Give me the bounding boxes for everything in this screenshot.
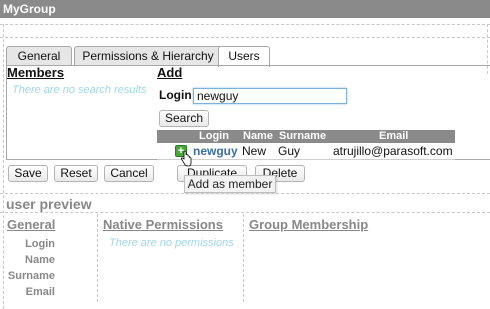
preview-field-login: Login: [25, 238, 55, 250]
login-search-input[interactable]: [193, 88, 347, 104]
divider: [3, 24, 4, 309]
preview-general-heading: General: [7, 217, 56, 232]
search-button[interactable]: Search: [159, 110, 209, 127]
divider: [0, 24, 490, 25]
preview-group-heading: Group Membership: [249, 217, 369, 232]
reset-button[interactable]: Reset: [54, 165, 98, 182]
divider: [0, 212, 490, 213]
cancel-button[interactable]: Cancel: [104, 165, 154, 182]
members-empty-text: There are no search results: [12, 84, 147, 96]
column-header-surname: Surname: [279, 130, 327, 142]
divider: [243, 214, 244, 302]
preview-field-name: Name: [25, 254, 55, 266]
login-label: Login: [159, 88, 192, 102]
column-header-name: Name: [243, 130, 273, 142]
table-row[interactable]: + newguy New Guy atrujillo@parasoft.com: [157, 143, 455, 160]
preview-field-email: Email: [25, 286, 55, 298]
divider: [0, 37, 490, 38]
row-email: atrujillo@parasoft.com: [333, 144, 453, 158]
row-name: New: [242, 144, 267, 158]
add-heading: Add: [157, 65, 183, 80]
row-surname: Guy: [278, 144, 301, 158]
preview-native-heading: Native Permissions: [103, 217, 223, 232]
tab-permissions-hierarchy[interactable]: Permissions & Hierarchy: [74, 46, 222, 66]
preview-field-surname: Surname: [7, 270, 55, 282]
native-empty-text: There are no permissions: [109, 237, 234, 249]
window-title: MyGroup: [0, 0, 490, 18]
column-header-email: Email: [379, 130, 409, 142]
members-heading: Members: [7, 65, 65, 80]
column-header-login: Login: [199, 130, 229, 142]
divider: [97, 214, 98, 302]
tab-general[interactable]: General: [6, 46, 72, 66]
tooltip: Add as member: [184, 175, 276, 193]
preview-title: user preview: [6, 196, 92, 212]
results-header: Login Name Surname Email: [157, 130, 455, 143]
divider: [0, 193, 490, 194]
tab-users[interactable]: Users: [218, 46, 270, 67]
row-login-link[interactable]: newguy: [193, 143, 238, 160]
save-button[interactable]: Save: [8, 165, 48, 182]
hand-cursor-icon: [180, 151, 192, 167]
